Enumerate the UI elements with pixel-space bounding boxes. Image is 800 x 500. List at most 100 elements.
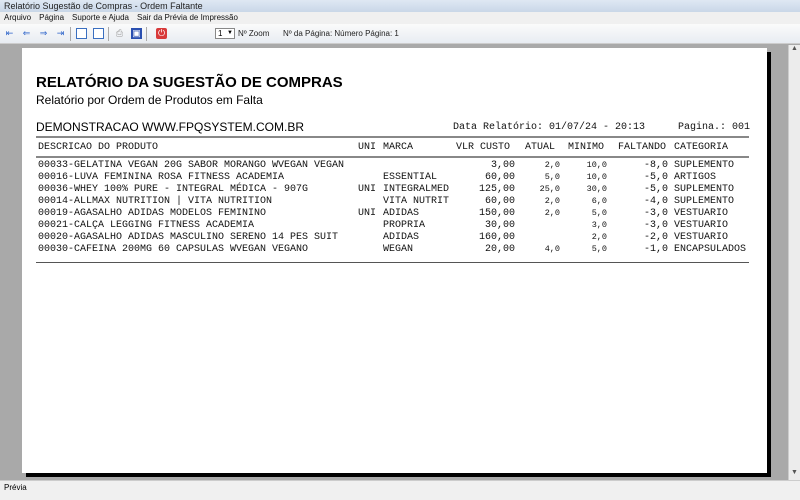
chevron-down-icon: ▼ — [227, 30, 233, 36]
print-icon[interactable]: ⎙ — [114, 28, 125, 39]
table-row: 00014-ALLMAX NUTRITION | VITA NUTRITION V… — [22, 196, 767, 208]
cell-minimo: 10,0 — [586, 160, 607, 170]
last-page-icon[interactable]: ⇥ — [55, 28, 66, 39]
cell-vlr: 30,00 — [484, 220, 515, 231]
zoom-select[interactable]: 1 ▼ — [215, 28, 235, 39]
cell-marca: VITA NUTRIT — [383, 196, 450, 207]
cell-categoria: VESTUARIO — [674, 220, 729, 231]
status-bar: Prévia — [0, 480, 800, 500]
company-name: DEMONSTRACAO WWW.FPQSYSTEM.COM.BR — [36, 120, 305, 134]
prev-page-icon[interactable]: ⇐ — [21, 28, 32, 39]
scroll-down-icon[interactable]: ▼ — [789, 469, 800, 480]
cell-minimo: 10,0 — [586, 172, 607, 182]
cell-desc: 00030-CAFEINA 200MG 60 CAPSULAS WVEGAN V… — [38, 244, 309, 255]
divider — [36, 262, 749, 263]
first-page-icon[interactable]: ⇤ — [4, 28, 15, 39]
cell-vlr: 60,00 — [484, 196, 515, 207]
cell-desc: 00021-CALÇA LEGGING FITNESS ACADEMIA — [38, 220, 255, 231]
cell-faltando: -1,0 — [643, 244, 668, 255]
table-row: 00033-GELATINA VEGAN 20G SABOR MORANGO W… — [22, 160, 767, 172]
cell-vlr: 3,00 — [490, 160, 515, 171]
zoom-value: 1 — [218, 29, 223, 38]
cell-uni: UNI — [358, 208, 377, 219]
cell-marca: PROPRIA — [383, 220, 426, 231]
cell-marca: ESSENTIAL — [383, 172, 438, 183]
cell-faltando: -4,0 — [643, 196, 668, 207]
table-row: 00016-LUVA FEMININA ROSA FITNESS ACADEMI… — [22, 172, 767, 184]
vertical-scrollbar[interactable]: ▲ ▼ — [788, 45, 800, 480]
table-row: 00021-CALÇA LEGGING FITNESS ACADEMIA PROP… — [22, 220, 767, 232]
scroll-up-icon[interactable]: ▲ — [789, 45, 800, 56]
cell-marca: ADIDAS — [383, 232, 420, 243]
cell-desc: 00019-AGASALHO ADIDAS MODELOS FEMININO — [38, 208, 267, 219]
cell-minimo: 2,0 — [591, 232, 607, 242]
col-faltando: FALTANDO — [618, 142, 667, 153]
cell-desc: 00014-ALLMAX NUTRITION | VITA NUTRITION — [38, 196, 273, 207]
menu-bar: Arquivo Página Suporte e Ajuda Sair da Prév… — [0, 12, 800, 24]
cell-atual: 25,0 — [539, 184, 560, 194]
cell-categoria: VESTUARIO — [674, 232, 729, 243]
page-number-label: Nº da Página: Número Página: 1 — [283, 29, 399, 38]
cell-desc: 00016-LUVA FEMININA ROSA FITNESS ACADEMI… — [38, 172, 285, 183]
cell-vlr: 60,00 — [484, 172, 515, 183]
cell-uni: UNI — [358, 184, 377, 195]
cell-categoria: SUPLEMENTO — [674, 160, 735, 171]
window-title: Relatório Sugestão de Compras - Ordem Fa… — [0, 0, 800, 12]
col-categoria: CATEGORIA — [674, 142, 729, 153]
cell-atual: 4,0 — [544, 244, 560, 254]
cell-marca: WEGAN — [383, 244, 414, 255]
table-header: DESCRICAO DO PRODUTO UNI MARCA VLR CUSTO… — [22, 142, 767, 154]
col-atual: ATUAL — [525, 142, 556, 153]
cell-faltando: -3,0 — [643, 220, 668, 231]
col-vlr: VLR CUSTO — [456, 142, 511, 153]
two-pages-icon[interactable] — [93, 28, 104, 39]
cell-minimo: 5,0 — [591, 208, 607, 218]
menu-pagina[interactable]: Página — [39, 13, 64, 22]
separator — [108, 27, 109, 41]
cell-minimo: 6,0 — [591, 196, 607, 206]
cell-categoria: ARTIGOS — [674, 172, 717, 183]
page-number: Pagina.: 001 — [678, 122, 751, 133]
cell-desc: 00020-AGASALHO ADIDAS MASCULINO SERENO 1… — [38, 232, 339, 243]
cell-vlr: 150,00 — [478, 208, 515, 219]
table-row: 00036-WHEY 100% PURE - INTEGRAL MÉDICA -… — [22, 184, 767, 196]
col-minimo: MINIMO — [568, 142, 605, 153]
cell-marca: ADIDAS — [383, 208, 420, 219]
cell-desc: 00033-GELATINA VEGAN 20G SABOR MORANGO W… — [38, 160, 345, 171]
next-page-icon[interactable]: ⇒ — [38, 28, 49, 39]
separator — [70, 27, 71, 41]
toolbar: ⇤ ⇐ ⇒ ⇥ ⎙ ▣ ⏻ 1 ▼ Nº Zoom Nº da Página: N… — [0, 24, 800, 44]
cell-vlr: 20,00 — [484, 244, 515, 255]
cell-atual: 2,0 — [544, 208, 560, 218]
cell-vlr: 160,00 — [478, 232, 515, 243]
table-row: 00020-AGASALHO ADIDAS MASCULINO SERENO 1… — [22, 232, 767, 244]
table-row: 00019-AGASALHO ADIDAS MODELOS FEMININO UN… — [22, 208, 767, 220]
divider — [36, 156, 749, 158]
cell-desc: 00036-WHEY 100% PURE - INTEGRAL MÉDICA -… — [38, 184, 309, 195]
col-uni: UNI — [358, 142, 377, 153]
cell-categoria: ENCAPSULADOS — [674, 244, 747, 255]
table-row: 00030-CAFEINA 200MG 60 CAPSULAS WVEGAN V… — [22, 244, 767, 256]
cell-minimo: 5,0 — [591, 244, 607, 254]
cell-categoria: VESTUARIO — [674, 208, 729, 219]
cell-faltando: -5,0 — [643, 184, 668, 195]
report-title: RELATÓRIO DA SUGESTÃO DE COMPRAS — [36, 74, 343, 91]
menu-arquivo[interactable]: Arquivo — [4, 13, 31, 22]
cell-atual: 5,0 — [544, 172, 560, 182]
zoom-label: Nº Zoom — [238, 29, 270, 38]
single-page-icon[interactable] — [76, 28, 87, 39]
close-preview-icon[interactable]: ⏻ — [156, 28, 167, 39]
preview-area: RELATÓRIO DA SUGESTÃO DE COMPRAS Relatór… — [0, 45, 788, 480]
cell-faltando: -3,0 — [643, 208, 668, 219]
report-page: RELATÓRIO DA SUGESTÃO DE COMPRAS Relatór… — [22, 48, 767, 473]
export-icon[interactable]: ▣ — [131, 28, 142, 39]
separator — [146, 27, 147, 41]
cell-atual: 2,0 — [544, 160, 560, 170]
menu-suporte[interactable]: Suporte e Ajuda — [72, 13, 129, 22]
cell-atual: 2,0 — [544, 196, 560, 206]
cell-faltando: -8,0 — [643, 160, 668, 171]
cell-categoria: SUPLEMENTO — [674, 184, 735, 195]
cell-faltando: -5,0 — [643, 172, 668, 183]
cell-minimo: 30,0 — [586, 184, 607, 194]
menu-sair-previa[interactable]: Sair da Prévia de Impressão — [137, 13, 238, 22]
